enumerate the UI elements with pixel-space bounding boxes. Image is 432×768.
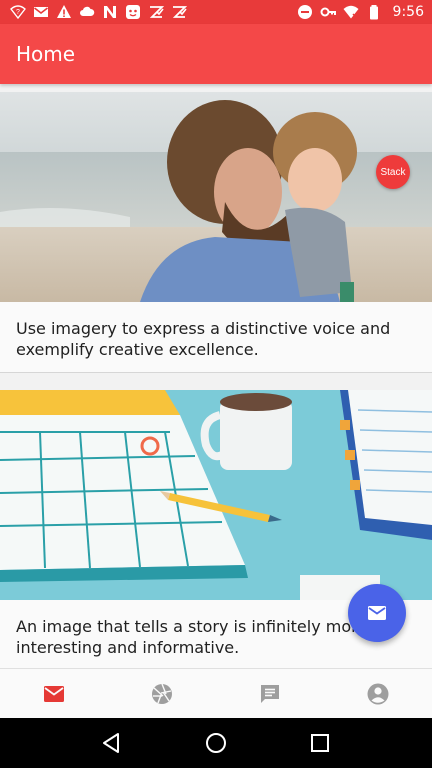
app-bar: Home <box>0 24 432 84</box>
recents-square-icon <box>311 734 329 752</box>
battery-icon <box>366 4 382 20</box>
home-circle-icon <box>206 733 226 753</box>
gmail-icon <box>33 4 49 20</box>
mail-icon <box>368 606 386 620</box>
calendar-desk-illustration[interactable] <box>0 390 432 600</box>
nav-item-chat[interactable] <box>216 669 324 718</box>
wifi-icon <box>343 4 359 20</box>
wifi-question-icon: ? <box>10 4 26 20</box>
back-icon <box>103 733 119 753</box>
bottom-navigation <box>0 668 432 718</box>
card[interactable]: Stack Use imagery to express a distincti… <box>0 92 432 373</box>
check-icon <box>148 4 164 20</box>
recents-button[interactable] <box>308 731 332 755</box>
camera-aperture-icon <box>152 683 172 704</box>
status-left-icons: ? <box>10 4 187 20</box>
account-icon <box>367 683 389 704</box>
compose-fab-button[interactable] <box>348 584 406 642</box>
nav-item-camera[interactable] <box>108 669 216 718</box>
mail-icon <box>44 685 64 702</box>
back-button[interactable] <box>100 731 124 755</box>
page-title: Home <box>16 42 76 66</box>
bot-icon <box>125 4 141 20</box>
card-list[interactable]: Stack Use imagery to express a distincti… <box>0 84 432 668</box>
svg-text:?: ? <box>16 9 20 16</box>
nav-item-mail[interactable] <box>0 669 108 718</box>
stack-badge[interactable]: Stack <box>376 155 410 189</box>
chat-icon <box>261 684 279 703</box>
father-and-child-photo[interactable]: Stack <box>0 92 432 302</box>
cloud-icon <box>79 4 95 20</box>
system-navigation-bar <box>0 718 432 768</box>
status-time: 9:56 <box>392 4 424 20</box>
n-icon <box>102 4 118 20</box>
check-icon <box>171 4 187 20</box>
dnd-icon <box>297 4 313 20</box>
nav-item-account[interactable] <box>324 669 432 718</box>
key-icon <box>320 4 336 20</box>
card-text: Use imagery to express a distinctive voi… <box>0 302 432 373</box>
status-right-icons: 9:56 <box>297 4 424 20</box>
status-bar: ? 9:56 <box>0 0 432 24</box>
warning-icon <box>56 4 72 20</box>
home-button[interactable] <box>204 731 228 755</box>
